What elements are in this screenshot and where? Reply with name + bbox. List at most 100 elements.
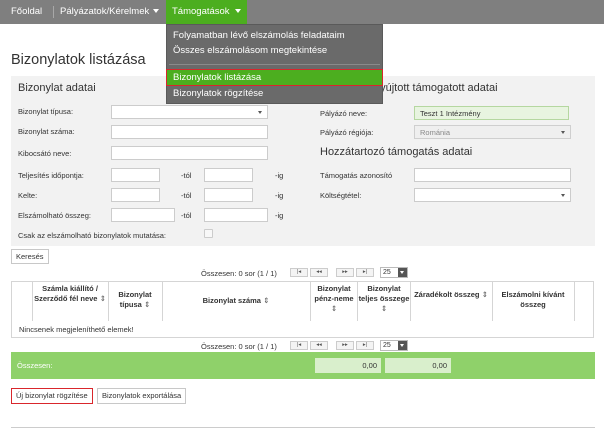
totals-value-claimed: 0,00 bbox=[385, 358, 451, 373]
nav-subsidies-label: Támogatások bbox=[172, 6, 230, 17]
doc-number-label: Bizonylat száma: bbox=[18, 127, 75, 136]
date-to[interactable] bbox=[204, 188, 253, 202]
col-header-issuer-label: Számla kiállító / Szerződő fél neve bbox=[34, 284, 98, 303]
col-header-number[interactable]: Bizonylat száma ⇕ bbox=[162, 296, 310, 306]
nav-subsidies[interactable]: Támogatások bbox=[166, 0, 247, 24]
col-header-claimed-label: Elszámolni kívánt összeg bbox=[501, 290, 565, 309]
documents-table: Számla kiállító / Szerződő fél neve ⇕ Bi… bbox=[11, 281, 594, 322]
top-navbar: Főoldal Pályázatok/Kérelmek Támogatások bbox=[0, 0, 604, 24]
pager-next-button[interactable]: ▸▸ bbox=[336, 268, 354, 277]
support-section-title: Hozzátartozó támogatás adatai bbox=[320, 146, 473, 158]
applicant-region-value: Románia bbox=[420, 128, 451, 137]
pager-first-button[interactable]: |◂ bbox=[290, 341, 308, 350]
applicant-name-field: Teszt 1 Intézmény bbox=[414, 106, 569, 120]
doc-type-select[interactable] bbox=[111, 105, 268, 119]
export-documents-button[interactable]: Bizonylatok exportálása bbox=[97, 388, 187, 404]
page-title: Bizonylatok listázása bbox=[11, 52, 146, 68]
totals-label: Összesen: bbox=[17, 361, 53, 370]
from-suffix: -tól bbox=[181, 211, 192, 220]
menu-item-record-documents[interactable]: Bizonylatok rögzítése bbox=[167, 86, 382, 101]
col-header-claimed: Elszámolni kívánt összeg bbox=[492, 290, 574, 310]
col-header-clause[interactable]: Záradékolt összeg ⇕ bbox=[410, 290, 492, 300]
pager-summary: Összesen: 0 sor (1 / 1) bbox=[201, 269, 277, 278]
column-divider bbox=[574, 282, 575, 321]
chevron-down-icon bbox=[398, 341, 407, 350]
sort-icon: ⇕ bbox=[143, 300, 151, 309]
chevron-down-icon bbox=[561, 131, 565, 134]
pager-summary: Összesen: 0 sor (1 / 1) bbox=[201, 342, 277, 351]
chevron-down-icon bbox=[561, 194, 565, 197]
pager-prev-button[interactable]: ◂◂ bbox=[310, 341, 328, 350]
column-divider bbox=[410, 282, 411, 321]
only-eligible-checkbox[interactable] bbox=[204, 229, 213, 238]
applicant-name-value: Teszt 1 Intézmény bbox=[420, 109, 481, 118]
from-suffix: -tól bbox=[181, 191, 192, 200]
applicant-name-label: Pályázó neve: bbox=[320, 109, 368, 118]
cost-item-select[interactable] bbox=[414, 188, 571, 202]
sort-icon: ⇕ bbox=[263, 296, 270, 305]
pager-last-button[interactable]: ▸| bbox=[356, 341, 374, 350]
col-header-issuer[interactable]: Számla kiállító / Szerződő fél neve ⇕ bbox=[32, 284, 108, 304]
chevron-down-icon bbox=[398, 268, 407, 277]
col-header-total-label: Bizonylat teljes összege bbox=[358, 284, 410, 303]
table-empty-row: Nincsenek megjeleníthető elemek! bbox=[11, 321, 594, 338]
col-header-currency-label: Bizonylat pénz-neme bbox=[314, 284, 354, 303]
page-size-value: 25 bbox=[383, 269, 391, 276]
pager-prev-button[interactable]: ◂◂ bbox=[310, 268, 328, 277]
support-id-label: Támogatás azonosító bbox=[320, 171, 393, 180]
col-header-currency[interactable]: Bizonylat pénz-neme ⇕ bbox=[312, 284, 356, 314]
chevron-down-icon bbox=[258, 111, 262, 114]
performance-date-from[interactable] bbox=[111, 168, 160, 182]
support-id-input[interactable] bbox=[414, 168, 571, 182]
date-label: Kelte: bbox=[18, 191, 38, 200]
chevron-down-icon bbox=[153, 9, 160, 14]
amount-to[interactable] bbox=[204, 208, 268, 222]
from-suffix: -tól bbox=[181, 171, 192, 180]
page-size-value: 25 bbox=[383, 342, 391, 349]
column-divider bbox=[310, 282, 311, 321]
doc-number-input[interactable] bbox=[111, 125, 268, 139]
totals-value-clause: 0,00 bbox=[315, 358, 381, 373]
amount-from[interactable] bbox=[111, 208, 175, 222]
doc-section-title: Bizonylat adatai bbox=[18, 82, 96, 94]
page-size-select[interactable]: 25 bbox=[380, 267, 408, 278]
nav-requests-label: Pályázatok/Kérelmek bbox=[60, 6, 150, 17]
col-header-total[interactable]: Bizonylat teljes összege ⇕ bbox=[358, 284, 410, 314]
date-from[interactable] bbox=[111, 188, 160, 202]
sort-icon: ⇕ bbox=[330, 304, 338, 313]
performance-date-label: Teljesítés időpontja: bbox=[18, 171, 84, 180]
pager-next-button[interactable]: ▸▸ bbox=[336, 341, 354, 350]
subsidies-dropdown-menu: Folyamatban lévő elszámolás feladataim Ö… bbox=[166, 24, 383, 104]
applicant-section-title: nyújtott támogatott adatai bbox=[374, 82, 498, 94]
applicant-region-select: Románia bbox=[414, 125, 571, 139]
footer-divider bbox=[11, 427, 595, 428]
col-header-type[interactable]: Bizonylat típusa ⇕ bbox=[108, 290, 162, 310]
sort-icon: ⇕ bbox=[99, 294, 106, 303]
pager-last-button[interactable]: ▸| bbox=[356, 268, 374, 277]
sort-icon: ⇕ bbox=[380, 304, 388, 313]
page-size-select[interactable]: 25 bbox=[380, 340, 408, 351]
menu-item-list-documents[interactable]: Bizonylatok listázása bbox=[166, 69, 383, 86]
cost-item-label: Költségtétel: bbox=[320, 191, 362, 200]
nav-requests[interactable]: Pályázatok/Kérelmek bbox=[60, 0, 160, 24]
menu-item-all-settlements[interactable]: Összes elszámolásom megtekintése bbox=[167, 43, 382, 58]
applicant-region-label: Pályázó régiója: bbox=[320, 128, 374, 137]
issuer-label: Kibocsátó neve: bbox=[18, 149, 72, 158]
nav-home[interactable]: Főoldal bbox=[11, 0, 42, 24]
search-button[interactable]: Keresés bbox=[11, 249, 49, 264]
to-suffix: -ig bbox=[275, 211, 284, 220]
nav-separator bbox=[53, 6, 54, 18]
pager-first-button[interactable]: |◂ bbox=[290, 268, 308, 277]
totals-bar: Összesen: 0,00 0,00 bbox=[11, 352, 595, 379]
to-suffix: -ig bbox=[275, 171, 284, 180]
new-document-button[interactable]: Új bizonylat rögzítése bbox=[11, 388, 93, 404]
only-eligible-label: Csak az elszámolható bizonylatok mutatás… bbox=[18, 231, 166, 240]
doc-type-label: Bizonylat típusa: bbox=[18, 107, 74, 116]
amount-label: Elszámolható összeg: bbox=[18, 211, 91, 220]
sort-icon: ⇕ bbox=[481, 290, 488, 299]
col-header-number-label: Bizonylat száma bbox=[202, 296, 261, 305]
empty-message: Nincsenek megjeleníthető elemek! bbox=[19, 325, 134, 334]
menu-item-ongoing-tasks[interactable]: Folyamatban lévő elszámolás feladataim bbox=[167, 28, 382, 43]
performance-date-to[interactable] bbox=[204, 168, 253, 182]
issuer-input[interactable] bbox=[111, 146, 268, 160]
